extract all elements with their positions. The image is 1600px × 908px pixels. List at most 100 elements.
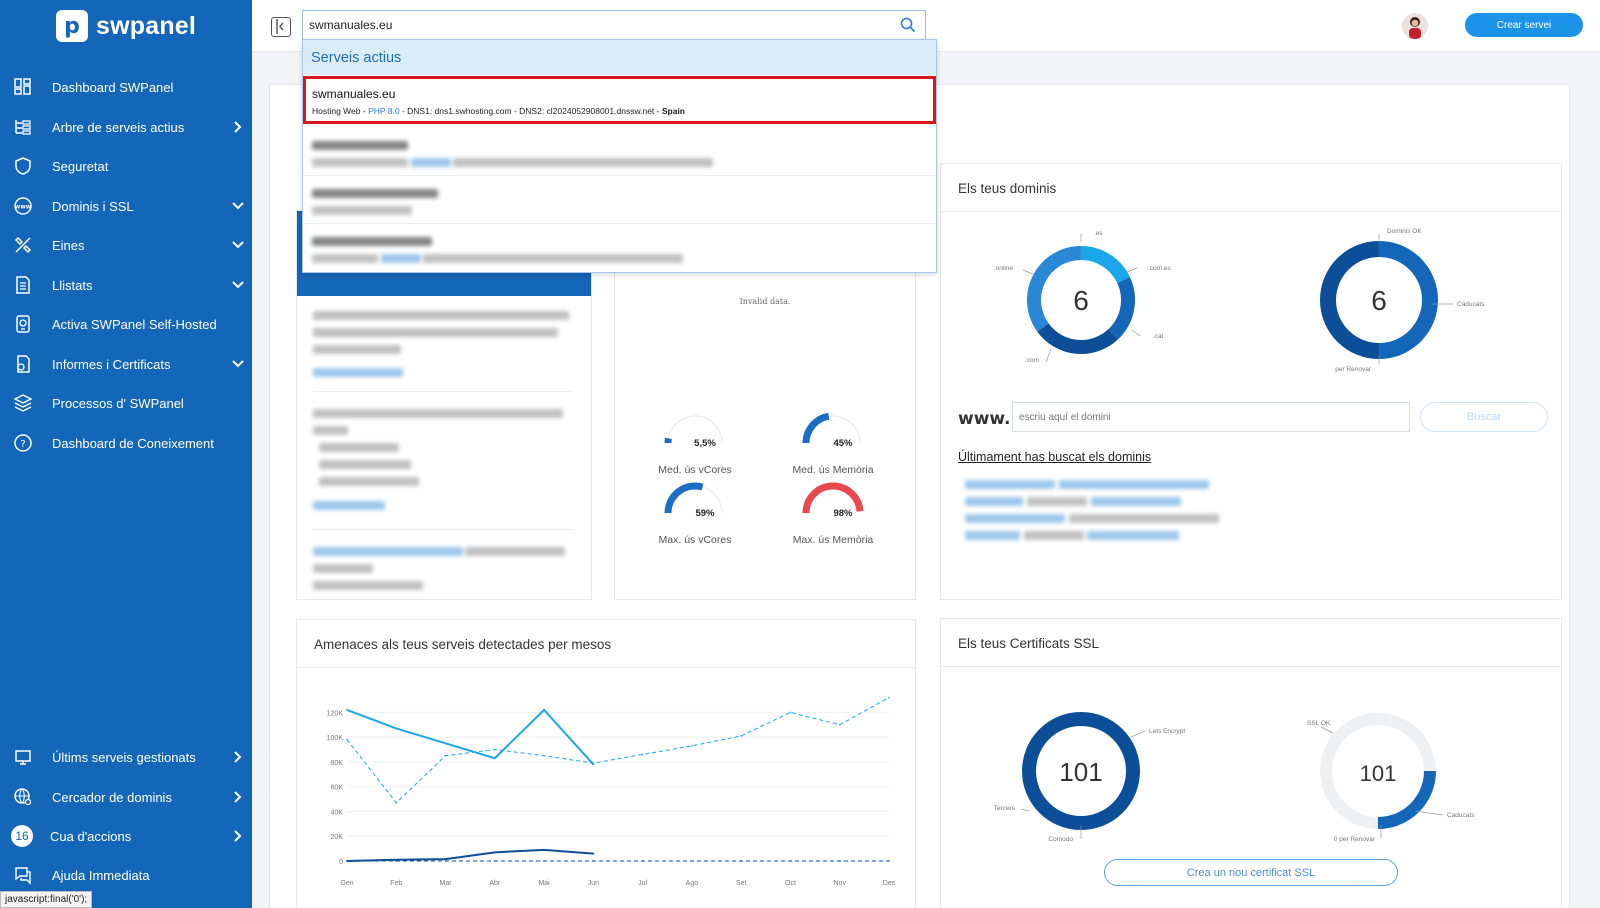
series-point-3 [494, 748, 496, 751]
app-root: p swpanel Dashboard SWPanel Arbre de serv… [0, 0, 1600, 908]
sidebar-item-dominis-i-ssl[interactable]: www Dominis i SSL [0, 189, 252, 223]
sidebar: p swpanel Dashboard SWPanel Arbre de serv… [0, 0, 252, 908]
chevron-down-icon [232, 241, 244, 249]
gauge-value: 45% [833, 438, 853, 449]
domain-search-input[interactable] [1012, 402, 1410, 432]
x-tick-label: Set [736, 880, 747, 887]
sidebar-bottom-item-3[interactable]: Ajuda Immediata [0, 858, 252, 892]
sidebar-item-dashboard-swpanel[interactable]: Dashboard SWPanel [0, 70, 252, 104]
series-point-2 [346, 860, 348, 862]
www-icon: www [14, 197, 32, 215]
domains-card: Els teus dominis 6 .es .com.es .cat .com .onl… [940, 163, 1562, 600]
sidebar-item-processos-d-swpanel[interactable]: Processos d' SWPanel [0, 386, 252, 420]
series-point-1 [395, 727, 398, 730]
sidebar-bottom-item-0[interactable]: Últims serveis gestionats [0, 740, 252, 774]
donut-label: .online [994, 265, 1014, 272]
sidebar-item-activa-swpanel-self-hosted[interactable]: Activa SWPanel Self-Hosted [0, 307, 252, 341]
avatar-icon [1409, 17, 1421, 39]
leader-line [1020, 808, 1030, 812]
domains-donut-slice-1 [1108, 277, 1135, 340]
sidebar-item-label: Activa SWPanel Self-Hosted [52, 316, 217, 332]
series-point-1 [494, 757, 496, 760]
sidebar-item-informes-i-certificats[interactable]: Informes i Certificats [0, 347, 252, 381]
gauge-label: Max. ús vCores [659, 534, 732, 546]
series-point-0 [592, 852, 595, 855]
y-tick-label: 80K [331, 760, 344, 767]
x-tick-label: Abr [489, 880, 501, 887]
search-result-item[interactable] [303, 176, 936, 224]
x-tick-label: Des [883, 880, 896, 887]
series-line-0 [346, 848, 594, 862]
search-result-item-selected[interactable]: swmanuales.eu Hosting Web - PHP 8.0 - DN… [303, 76, 936, 124]
gauge-label: Max. ús Memòria [793, 534, 874, 546]
sidebar-item-arbre-de-serveis-actius[interactable]: Arbre de serveis actius [0, 110, 252, 144]
domain-search-button[interactable]: Buscar [1420, 402, 1548, 432]
sidebar-item-label: Cua d'accions [50, 828, 132, 844]
donut-label: per Renovar [1335, 366, 1372, 373]
donut-label: Caducats [1457, 301, 1485, 308]
report-icon [17, 355, 30, 373]
x-tick-label: Nov [834, 880, 847, 887]
www-prefix: www. [958, 409, 1011, 429]
sidebar-item-dashboard-de-coneixement[interactable]: ? Dashboard de Coneixement [0, 426, 252, 460]
donut-label: Dominis OK [1387, 228, 1422, 235]
chevron-down-icon [232, 281, 244, 289]
domains-donuts: 6 .es .com.es .cat .com .online 6 Dominis OK Cad… [994, 228, 1485, 373]
search-result-item[interactable] [303, 128, 936, 176]
leader-line [1130, 730, 1146, 738]
donut-label: 0 per Renovar [1334, 836, 1376, 843]
leader-line [1126, 267, 1138, 273]
sidebar-bottom-item-1[interactable]: Cercador de dominis [0, 780, 252, 814]
collapse-sidebar-button[interactable] [271, 17, 291, 37]
sidebar-item-label: Dashboard de Coneixement [52, 435, 214, 451]
browser-status-bar: javascript:final('0'); [0, 891, 93, 908]
leader-line [1045, 348, 1052, 363]
search-result-item[interactable] [303, 224, 936, 272]
ssl-card: Els teus Certificats SSL 101 Lets Encrypt… [940, 618, 1562, 908]
y-tick-label: 40K [331, 809, 344, 816]
user-avatar[interactable] [1402, 13, 1428, 39]
sidebar-item-eines[interactable]: Eines [0, 228, 252, 262]
domains-donut-slice-2 [1037, 323, 1118, 354]
chevron-right-icon [234, 830, 242, 842]
donut-label: .com.es [1148, 265, 1172, 272]
x-tick-label: Feb [390, 880, 402, 887]
donut-label: Lets Encrypt [1149, 728, 1185, 735]
donut-label: .cat [1153, 333, 1164, 340]
series-point-3 [395, 801, 398, 804]
sidebar-item-llistats[interactable]: Llistats [0, 268, 252, 302]
create-ssl-button[interactable]: Crea un nou certificat SSL [1104, 859, 1398, 886]
action-queue-count: 16 [11, 825, 33, 847]
chevron-right-icon [234, 751, 242, 763]
series-point-3 [592, 762, 595, 764]
global-search[interactable] [302, 10, 926, 40]
x-tick-label: Mar [440, 880, 453, 887]
donut-label: Tercers [994, 805, 1016, 812]
help-circle-icon: ? [14, 434, 32, 452]
search-input[interactable] [309, 16, 889, 34]
donut-label: .com [1025, 357, 1039, 364]
sidebar-item-label: Últims serveis gestionats [52, 749, 196, 765]
series-point-2 [592, 860, 595, 862]
create-service-button[interactable]: Crear servei [1465, 13, 1583, 37]
tools-icon [14, 236, 32, 254]
logo[interactable]: p swpanel [56, 10, 196, 42]
gauge-label: Med. ús vCores [658, 464, 732, 476]
leader-line [1130, 329, 1142, 337]
series-point-2 [691, 860, 693, 862]
tree-icon [15, 120, 31, 135]
result-type: Hosting Web [312, 106, 361, 116]
gauge-value: 98% [833, 508, 853, 519]
result-title: swmanuales.eu [312, 87, 396, 101]
series-point-1 [346, 709, 348, 711]
series-point-2 [395, 860, 398, 862]
sidebar-item-seguretat[interactable]: Seguretat [0, 149, 252, 183]
chat-icon [15, 867, 31, 885]
series-point-1 [543, 709, 545, 711]
search-icon[interactable] [900, 17, 916, 33]
sidebar-item-label: Dominis i SSL [52, 198, 134, 214]
sidebar-item-label: Arbre de serveis actius [52, 119, 185, 135]
series-point-3 [888, 696, 890, 699]
domains-total: 6 [1073, 285, 1089, 316]
sidebar-bottom-item-2[interactable]: 16 Cua d'accions [0, 819, 252, 853]
